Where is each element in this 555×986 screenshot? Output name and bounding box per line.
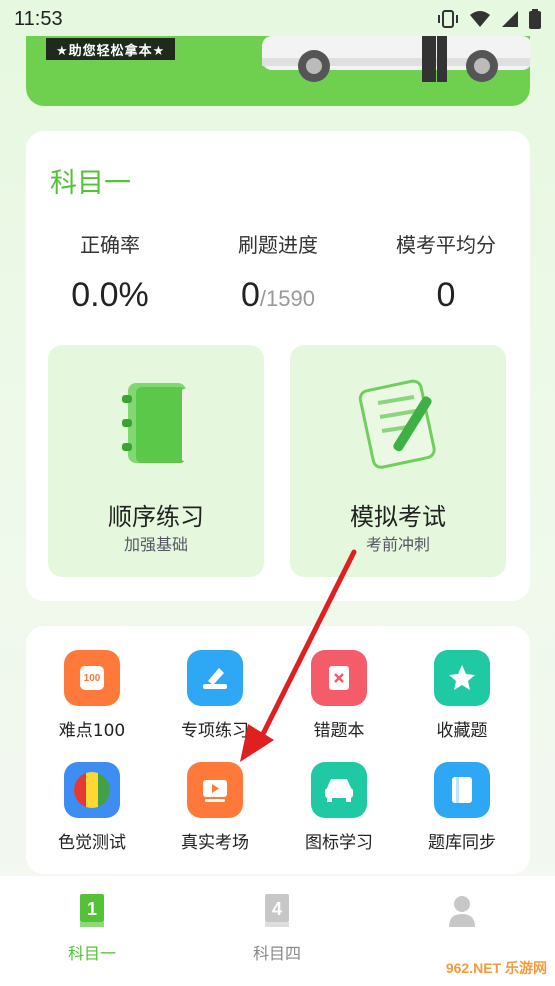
signal-icon [502, 11, 518, 27]
stat-label: 模考平均分 [396, 233, 496, 257]
status-icons [437, 9, 541, 29]
tool-favorites[interactable]: 收藏题 [400, 650, 524, 741]
tool-label: 题库同步 [428, 833, 496, 853]
annotation-arrow [240, 549, 357, 762]
stat-accuracy: 正确率 0.0% [26, 229, 194, 315]
tab-label: 科目一 [67, 944, 116, 963]
tab-subject-one[interactable]: 1 科目一 [32, 894, 152, 964]
video-icon [187, 762, 243, 818]
mock-exam-button[interactable]: 模拟考试 考前冲刺 [290, 345, 506, 577]
stat-progress: 刷题进度 0/1590 [194, 229, 362, 315]
hundred-icon: 100 [64, 650, 120, 706]
stat-value: 0 [241, 276, 260, 314]
tab-badge: 1 [87, 899, 97, 919]
star-icon [434, 650, 490, 706]
tool-difficult-100[interactable]: 100 难点100 [30, 650, 154, 741]
promo-banner[interactable]: ★助您轻松拿本★ [26, 36, 530, 106]
car-illustration [262, 36, 530, 82]
exam-paper-icon [358, 379, 436, 469]
tab-profile[interactable] [402, 894, 522, 940]
tool-question-bank-sync[interactable]: 题库同步 [400, 762, 524, 853]
person-icon [449, 896, 475, 927]
status-bar: 11:53 [0, 0, 555, 38]
stat-value: 0.0% [71, 276, 149, 314]
svg-text:100: 100 [84, 673, 101, 684]
tab-subject-four[interactable]: 4 科目四 [217, 894, 337, 964]
tool-real-exam-room[interactable]: 真实考场 [153, 762, 277, 853]
tab-label: 科目四 [252, 944, 301, 963]
stat-total: /1590 [259, 286, 315, 311]
wifi-icon [470, 11, 490, 27]
tool-label: 收藏题 [436, 721, 488, 741]
document-icon [434, 762, 490, 818]
vibrate-icon [438, 10, 458, 28]
tool-label: 真实考场 [181, 833, 249, 853]
subject-card: 科目一 正确率 0.0% 刷题进度 0/1590 模考平均分 0 顺序练习 加强… [26, 131, 530, 601]
tool-label: 难点100 [58, 721, 126, 741]
tool-label: 色觉测试 [58, 833, 126, 853]
tool-label: 图标学习 [305, 833, 373, 853]
stats-row: 正确率 0.0% 刷题进度 0/1590 模考平均分 0 [26, 229, 530, 315]
stat-label: 正确率 [80, 233, 140, 257]
stat-average-score: 模考平均分 0 [362, 229, 530, 315]
watermark: 962.NET 乐游网 [445, 960, 547, 976]
bottom-tab-bar: 1 科目一 4 科目四 962.NET 乐游网 [0, 876, 555, 986]
color-test-icon [64, 762, 120, 818]
tool-color-test[interactable]: 色觉测试 [30, 762, 154, 853]
mode-title: 模拟考试 [350, 503, 446, 531]
tool-sign-learning[interactable]: 图标学习 [277, 762, 401, 853]
stat-value: 0 [436, 276, 456, 314]
car-icon [311, 762, 367, 818]
subject-one-tab-icon: 1 [80, 894, 104, 927]
book-icon [122, 383, 188, 463]
mode-title: 顺序练习 [108, 503, 204, 531]
tab-badge: 4 [272, 899, 282, 919]
banner-tagline: ★助您轻松拿本★ [46, 38, 176, 60]
battery-icon [529, 9, 541, 29]
stat-label: 刷题进度 [238, 233, 318, 257]
subject-four-tab-icon: 4 [265, 894, 289, 927]
stat-value-row: 0/1590 [194, 276, 362, 315]
status-time: 11:53 [14, 7, 63, 30]
subject-title[interactable]: 科目一 [50, 161, 131, 200]
sequential-practice-button[interactable]: 顺序练习 加强基础 [48, 345, 264, 577]
